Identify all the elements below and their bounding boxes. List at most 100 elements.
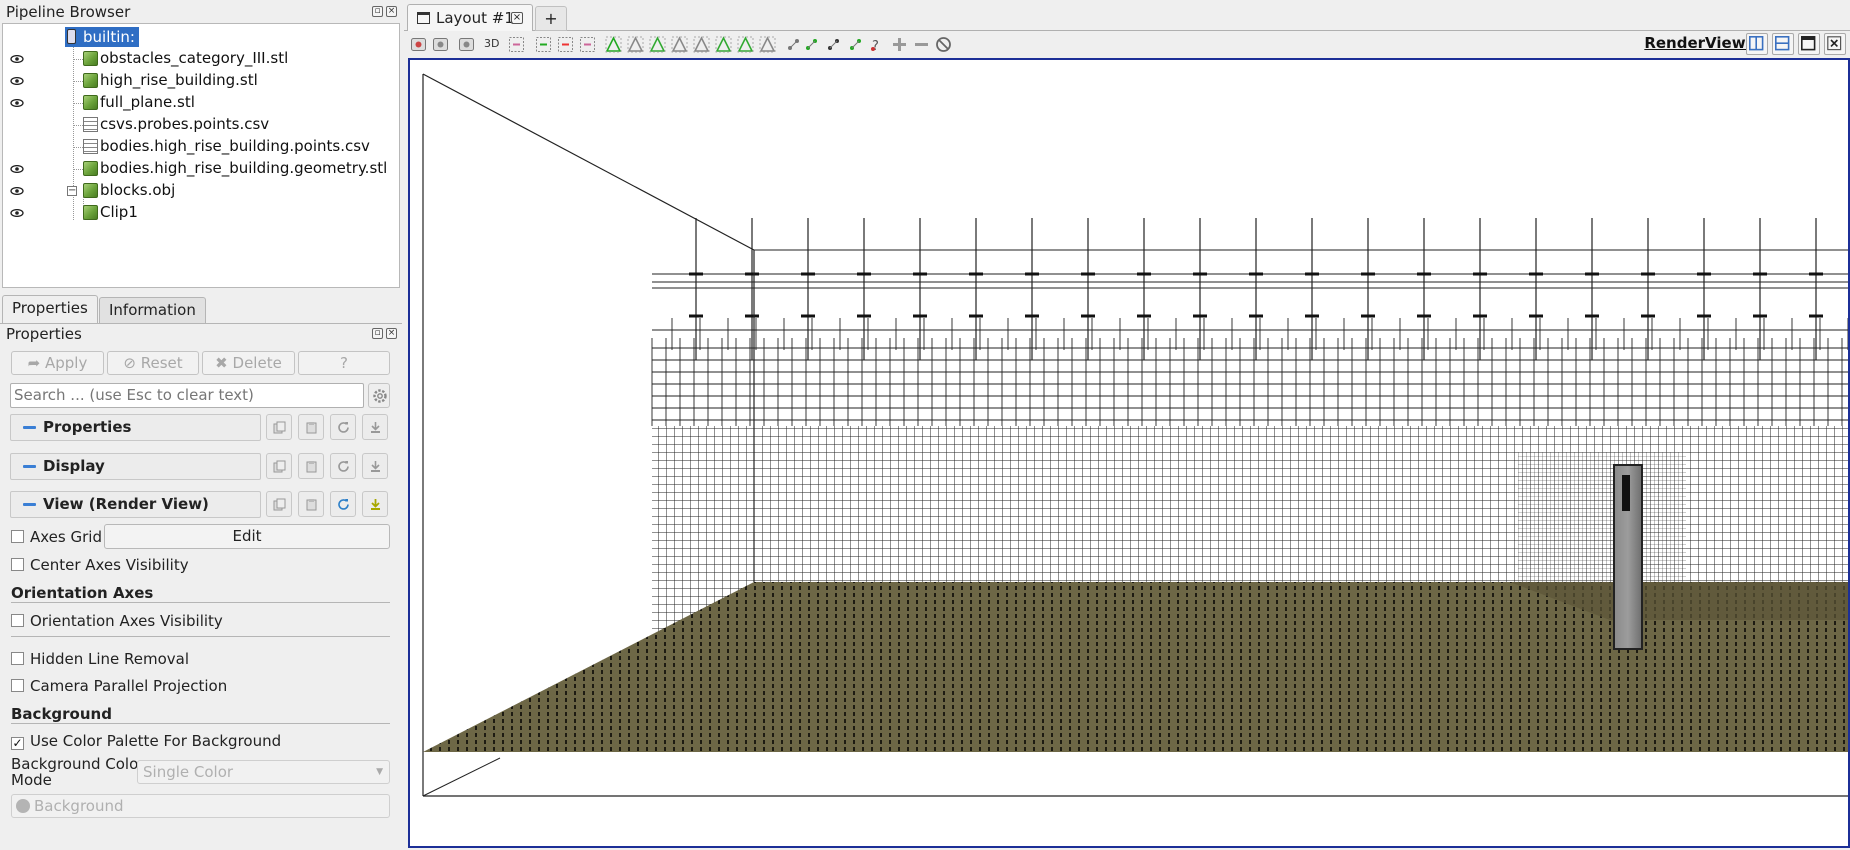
tree-root[interactable]: builtin: <box>3 26 399 48</box>
hover-points-icon[interactable] <box>825 36 842 53</box>
clear-selection-icon[interactable] <box>759 36 776 53</box>
advanced-toggle[interactable] <box>368 383 390 408</box>
save-default-button[interactable] <box>362 491 388 517</box>
zoom-box-icon[interactable] <box>535 36 552 53</box>
3d-toggle-button[interactable]: 3D <box>484 37 499 50</box>
background-color-button[interactable]: Background <box>11 794 390 818</box>
zoom-to-data-icon[interactable] <box>508 36 525 53</box>
section-display[interactable]: Display <box>10 453 261 480</box>
collapse-icon[interactable]: − <box>67 186 77 196</box>
pick-point-icon[interactable] <box>785 36 802 53</box>
restore-button[interactable] <box>330 453 356 479</box>
checkbox-box[interactable] <box>11 530 24 543</box>
properties-title: Properties <box>6 325 82 343</box>
pipeline-item[interactable]: Clip1 <box>3 202 399 224</box>
undock-icon[interactable]: ▫ <box>372 6 383 17</box>
tab-properties[interactable]: Properties <box>2 295 98 324</box>
search-input[interactable]: Search ... (use Esc to clear text) <box>10 383 364 408</box>
eye-icon[interactable] <box>10 165 24 173</box>
close-view-button[interactable] <box>1824 33 1846 55</box>
pipeline-item[interactable]: csvs.probes.points.csv <box>3 114 399 136</box>
paste-button[interactable] <box>298 414 324 440</box>
render-view-3d[interactable] <box>408 58 1850 848</box>
checkbox-box[interactable] <box>11 614 24 627</box>
pipeline-item[interactable]: high_rise_building.stl <box>3 70 399 92</box>
close-icon[interactable]: × <box>511 12 523 24</box>
reset-button[interactable]: ⊘ Reset <box>107 351 199 375</box>
collapse-icon <box>23 503 36 506</box>
eye-icon[interactable] <box>10 55 24 63</box>
undock-icon[interactable]: ▫ <box>372 328 383 339</box>
disable-icon[interactable] <box>935 36 952 53</box>
pick-cells-icon[interactable] <box>803 36 820 53</box>
pipeline-item[interactable]: full_plane.stl <box>3 92 399 114</box>
pipeline-item[interactable]: − blocks.obj <box>3 180 399 202</box>
checkbox-box[interactable] <box>11 679 24 692</box>
split-horizontal-button[interactable] <box>1746 33 1768 55</box>
eye-icon[interactable] <box>10 187 24 195</box>
reset-closest-icon[interactable] <box>432 36 449 53</box>
zoom-closest-icon[interactable] <box>579 36 596 53</box>
remove-icon[interactable] <box>913 36 930 53</box>
maximize-button[interactable] <box>1798 33 1820 55</box>
save-default-button[interactable] <box>362 414 388 440</box>
close-icon[interactable]: × <box>386 6 397 17</box>
center-axes-checkbox[interactable]: Center Axes Visibility <box>11 556 189 574</box>
paste-button[interactable] <box>298 491 324 517</box>
camera-parallel-checkbox[interactable]: Camera Parallel Projection <box>11 677 227 695</box>
split-vertical-button[interactable] <box>1772 33 1794 55</box>
select-points-icon[interactable] <box>627 36 644 53</box>
hover-cells-icon[interactable] <box>847 36 864 53</box>
restore-button[interactable] <box>330 414 356 440</box>
save-default-button[interactable] <box>362 453 388 479</box>
select-frustum-icon[interactable] <box>649 36 666 53</box>
pipeline-item[interactable]: obstacles_category_III.stl <box>3 48 399 70</box>
capture-icon[interactable] <box>458 36 475 53</box>
bg-color-mode-select[interactable]: Single Color ▼ <box>137 760 390 784</box>
pipeline-item[interactable]: bodies.high_rise_building.geometry.stl <box>3 158 399 180</box>
copy-button[interactable] <box>266 453 292 479</box>
eye-icon[interactable] <box>10 209 24 217</box>
split-vertical-icon <box>1775 36 1790 51</box>
orientation-axes-checkbox[interactable]: Orientation Axes Visibility <box>11 612 223 630</box>
select-block-icon[interactable] <box>671 36 688 53</box>
section-properties[interactable]: Properties <box>10 414 261 441</box>
builtin-source[interactable]: builtin: <box>65 27 139 47</box>
paste-icon <box>306 499 317 511</box>
tab-layout-1[interactable]: Layout #1 × <box>407 4 533 31</box>
edit-button[interactable]: Edit <box>104 524 390 549</box>
interactive-select-icon[interactable] <box>693 36 710 53</box>
hidden-line-checkbox[interactable]: Hidden Line Removal <box>11 650 189 668</box>
checkbox-box[interactable] <box>11 558 24 571</box>
copy-button[interactable] <box>266 491 292 517</box>
delete-button[interactable]: ✖ Delete <box>202 351 295 375</box>
render-view-title[interactable]: RenderView1 <box>1644 34 1756 52</box>
checkbox-box[interactable] <box>11 652 24 665</box>
window-icon <box>417 12 430 24</box>
select-polygon-icon[interactable] <box>715 36 732 53</box>
reset-camera-icon[interactable] <box>410 36 427 53</box>
copy-button[interactable] <box>266 414 292 440</box>
select-cells-icon[interactable] <box>605 36 622 53</box>
query-icon[interactable]: ? <box>869 36 886 53</box>
restore-button[interactable] <box>330 491 356 517</box>
axes-grid-checkbox[interactable]: Axes Grid <box>11 528 102 546</box>
eye-icon[interactable] <box>10 77 24 85</box>
zoom-out-icon[interactable] <box>557 36 574 53</box>
pipeline-tree[interactable]: builtin: obstacles_category_III.stl high… <box>2 23 400 288</box>
use-palette-checkbox[interactable]: ✓ Use Color Palette For Background <box>11 732 281 750</box>
add-icon[interactable] <box>891 36 908 53</box>
paste-button[interactable] <box>298 453 324 479</box>
cube-icon <box>83 73 98 88</box>
grow-selection-icon[interactable] <box>737 36 754 53</box>
help-button[interactable]: ? <box>298 351 390 375</box>
section-view[interactable]: View (Render View) <box>10 491 261 518</box>
add-layout-button[interactable]: + <box>535 6 567 31</box>
apply-button[interactable]: ➦ Apply <box>11 351 104 375</box>
tab-information[interactable]: Information <box>99 297 206 323</box>
mesh-scene[interactable] <box>410 60 1848 846</box>
checkbox-box[interactable]: ✓ <box>11 737 24 750</box>
pipeline-item[interactable]: bodies.high_rise_building.points.csv <box>3 136 399 158</box>
close-icon[interactable]: × <box>386 328 397 339</box>
eye-icon[interactable] <box>10 99 24 107</box>
